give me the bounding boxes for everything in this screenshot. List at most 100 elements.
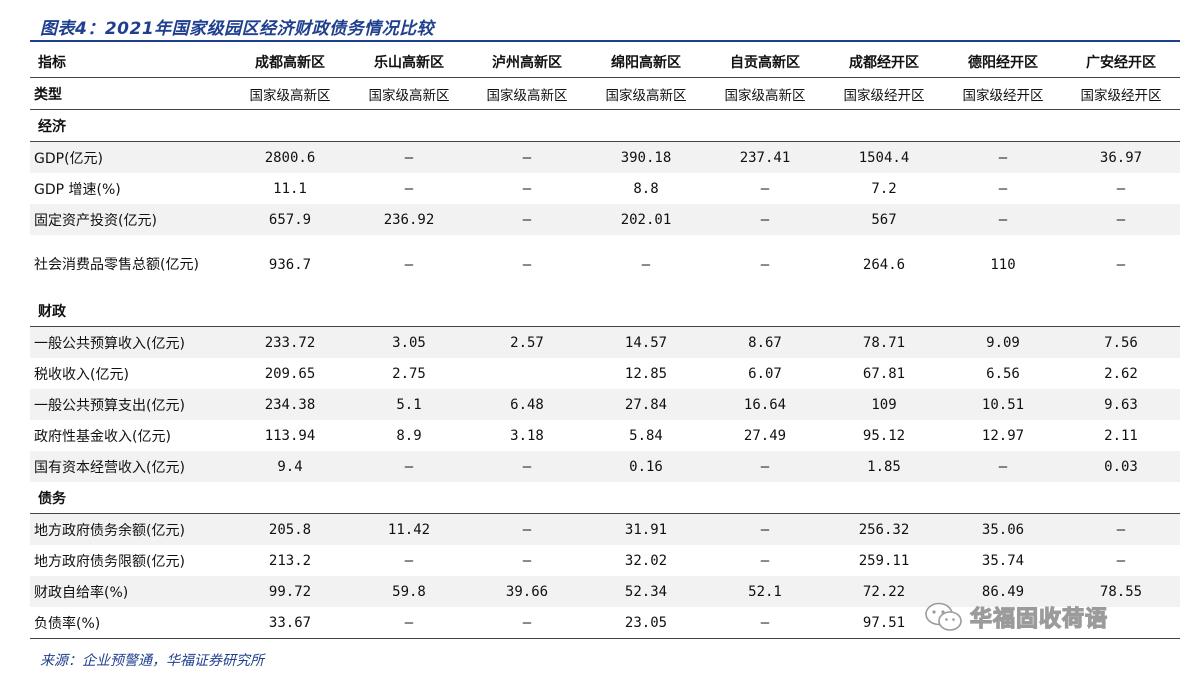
table-cell: 0.03 <box>1062 451 1180 482</box>
table-cell <box>468 358 586 389</box>
table-cell: 936.7 <box>268 257 312 273</box>
table-cell: 256.32 <box>824 513 944 545</box>
table-cell: – <box>1116 180 1126 197</box>
table-cell: 2800.6 <box>230 141 350 173</box>
row-label: 一般公共预算支出(亿元) <box>30 389 230 420</box>
table-cell: 35.74 <box>981 552 1025 569</box>
table-cell: – <box>522 257 532 273</box>
row-label: GDP(亿元) <box>30 141 230 173</box>
table-cell: – <box>944 451 1062 482</box>
table-cell: 3.05 <box>350 326 468 358</box>
table-row: 地方政府债务限额(亿元) 213.2 – – 32.02 – 259.11 35.74 – <box>30 545 1180 576</box>
section-header-debt: 债务 <box>30 482 1180 514</box>
table-cell: – <box>404 180 414 197</box>
table-cell: – <box>998 180 1008 197</box>
section-label: 经济 <box>30 109 1180 142</box>
table-cell: – <box>350 141 468 173</box>
table-cell: 110 <box>990 257 1016 273</box>
column-header: 广安经开区 <box>1062 46 1180 78</box>
table-cell: 259.11 <box>858 552 910 569</box>
table-cell: 10.51 <box>944 389 1062 420</box>
table-cell: 9.63 <box>1062 389 1180 420</box>
table-cell: 国家级高新区 <box>230 77 350 110</box>
table-cell: – <box>760 257 770 273</box>
table-row: 一般公共预算收入(亿元) 233.72 3.05 2.57 14.57 8.67 78.71… <box>30 326 1180 358</box>
title-rule <box>30 40 1180 42</box>
table-cell: 5.84 <box>629 427 663 444</box>
table-cell: – <box>706 204 824 235</box>
table-cell: 16.64 <box>706 389 824 420</box>
table-cell: 0.16 <box>586 451 706 482</box>
row-label: 政府性基金收入(亿元) <box>34 428 171 445</box>
table-cell: – <box>944 204 1062 235</box>
table-cell: 国家级高新区 <box>468 77 586 110</box>
table-cell: 36.97 <box>1062 141 1180 173</box>
table-cell: – <box>522 180 532 197</box>
table-cell: 31.91 <box>586 513 706 545</box>
table-cell: 33.67 <box>230 607 350 639</box>
table-cell: 6.56 <box>986 365 1020 382</box>
table-row: GDP 增速(%) 11.1 – – 8.8 – 7.2 – – <box>30 173 1180 204</box>
table-cell: 52.34 <box>586 576 706 607</box>
table-cell: 209.65 <box>264 365 316 382</box>
column-header: 德阳经开区 <box>944 46 1062 78</box>
table-cell: 6.48 <box>468 389 586 420</box>
table-cell: 213.2 <box>268 552 312 569</box>
watermark-text: 华福固收荷语 <box>969 606 1109 632</box>
table-row: 一般公共预算支出(亿元) 234.38 5.1 6.48 27.84 16.64 109 10… <box>30 389 1180 420</box>
table-cell: – <box>944 141 1062 173</box>
comparison-table: 指标 成都高新区 乐山高新区 泸州高新区 绵阳高新区 自贡高新区 成都经开区 德阳经开区 广安经… <box>30 46 1180 639</box>
row-label: 一般公共预算收入(亿元) <box>30 326 230 358</box>
table-cell: – <box>1116 552 1126 569</box>
table-cell: 233.72 <box>230 326 350 358</box>
type-row: 类型 国家级高新区 国家级高新区 国家级高新区 国家级高新区 国家级高新区 国家级经开区 国家… <box>30 77 1180 110</box>
table-cell: 14.57 <box>586 326 706 358</box>
table-cell: 9.09 <box>944 326 1062 358</box>
table-cell: 59.8 <box>350 576 468 607</box>
table-cell: 2.57 <box>468 326 586 358</box>
table-cell: – <box>404 257 414 273</box>
table-cell: 237.41 <box>706 141 824 173</box>
table-row: 国有资本经营收入(亿元) 9.4– –0.16–1.85–0.03 <box>30 451 1180 482</box>
table-cell: 9.4 <box>230 451 350 482</box>
table-cell: 236.92 <box>350 204 468 235</box>
table-cell: 205.8 <box>230 513 350 545</box>
source-note: 来源：企业预警通，华福证券研究所 <box>40 653 264 669</box>
table-cell: – <box>404 552 414 569</box>
table-cell: 567 <box>824 204 944 235</box>
table-cell: 8.9 <box>396 427 422 444</box>
table-cell: 99.72 <box>230 576 350 607</box>
column-header: 自贡高新区 <box>706 46 824 78</box>
table-cell: 国家级经开区 <box>944 77 1062 110</box>
row-label: 税收收入(亿元) <box>34 366 129 383</box>
table-cell: 39.66 <box>468 576 586 607</box>
table-cell: 23.05 <box>586 607 706 639</box>
table-row: 固定资产投资(亿元) 657.9 236.92–202.01–567– – <box>30 204 1180 235</box>
table-cell: 202.01 <box>586 204 706 235</box>
table-cell: – <box>706 451 824 482</box>
table-cell: 264.6 <box>862 257 906 273</box>
table-cell: – <box>350 607 468 639</box>
table-cell: 国家级高新区 <box>350 77 468 110</box>
table-cell: 2.62 <box>1104 365 1138 382</box>
table-cell: 113.94 <box>264 427 316 444</box>
watermark: 华福固收荷语 <box>924 601 1108 633</box>
table-cell: 1.85 <box>824 451 944 482</box>
table-cell: 35.06 <box>944 513 1062 545</box>
section-header-finance: 财政 <box>30 295 1180 327</box>
table-row: 地方政府债务余额(亿元) 205.8 11.42–31.91–256.32 35.06… <box>30 513 1180 545</box>
column-header: 绵阳高新区 <box>586 46 706 78</box>
table-row: 政府性基金收入(亿元) 113.94 8.9 3.18 5.84 27.49 95.12 12… <box>30 420 1180 451</box>
table-cell: 12.85 <box>624 365 668 382</box>
table-cell: 国家级高新区 <box>586 77 706 110</box>
table-cell: 5.1 <box>350 389 468 420</box>
table-cell: 657.9 <box>230 204 350 235</box>
table-cell: – <box>468 451 586 482</box>
row-label: 国有资本经营收入(亿元) <box>30 451 230 482</box>
row-label: 社会消费品零售总额(亿元) <box>34 257 199 273</box>
table-cell: 12.97 <box>981 427 1025 444</box>
table-cell: 234.38 <box>230 389 350 420</box>
table-cell: 8.67 <box>706 326 824 358</box>
figure-title: 图表4：2021年国家级园区经济财政债务情况比较 <box>40 19 435 39</box>
table-cell: – <box>760 552 770 569</box>
